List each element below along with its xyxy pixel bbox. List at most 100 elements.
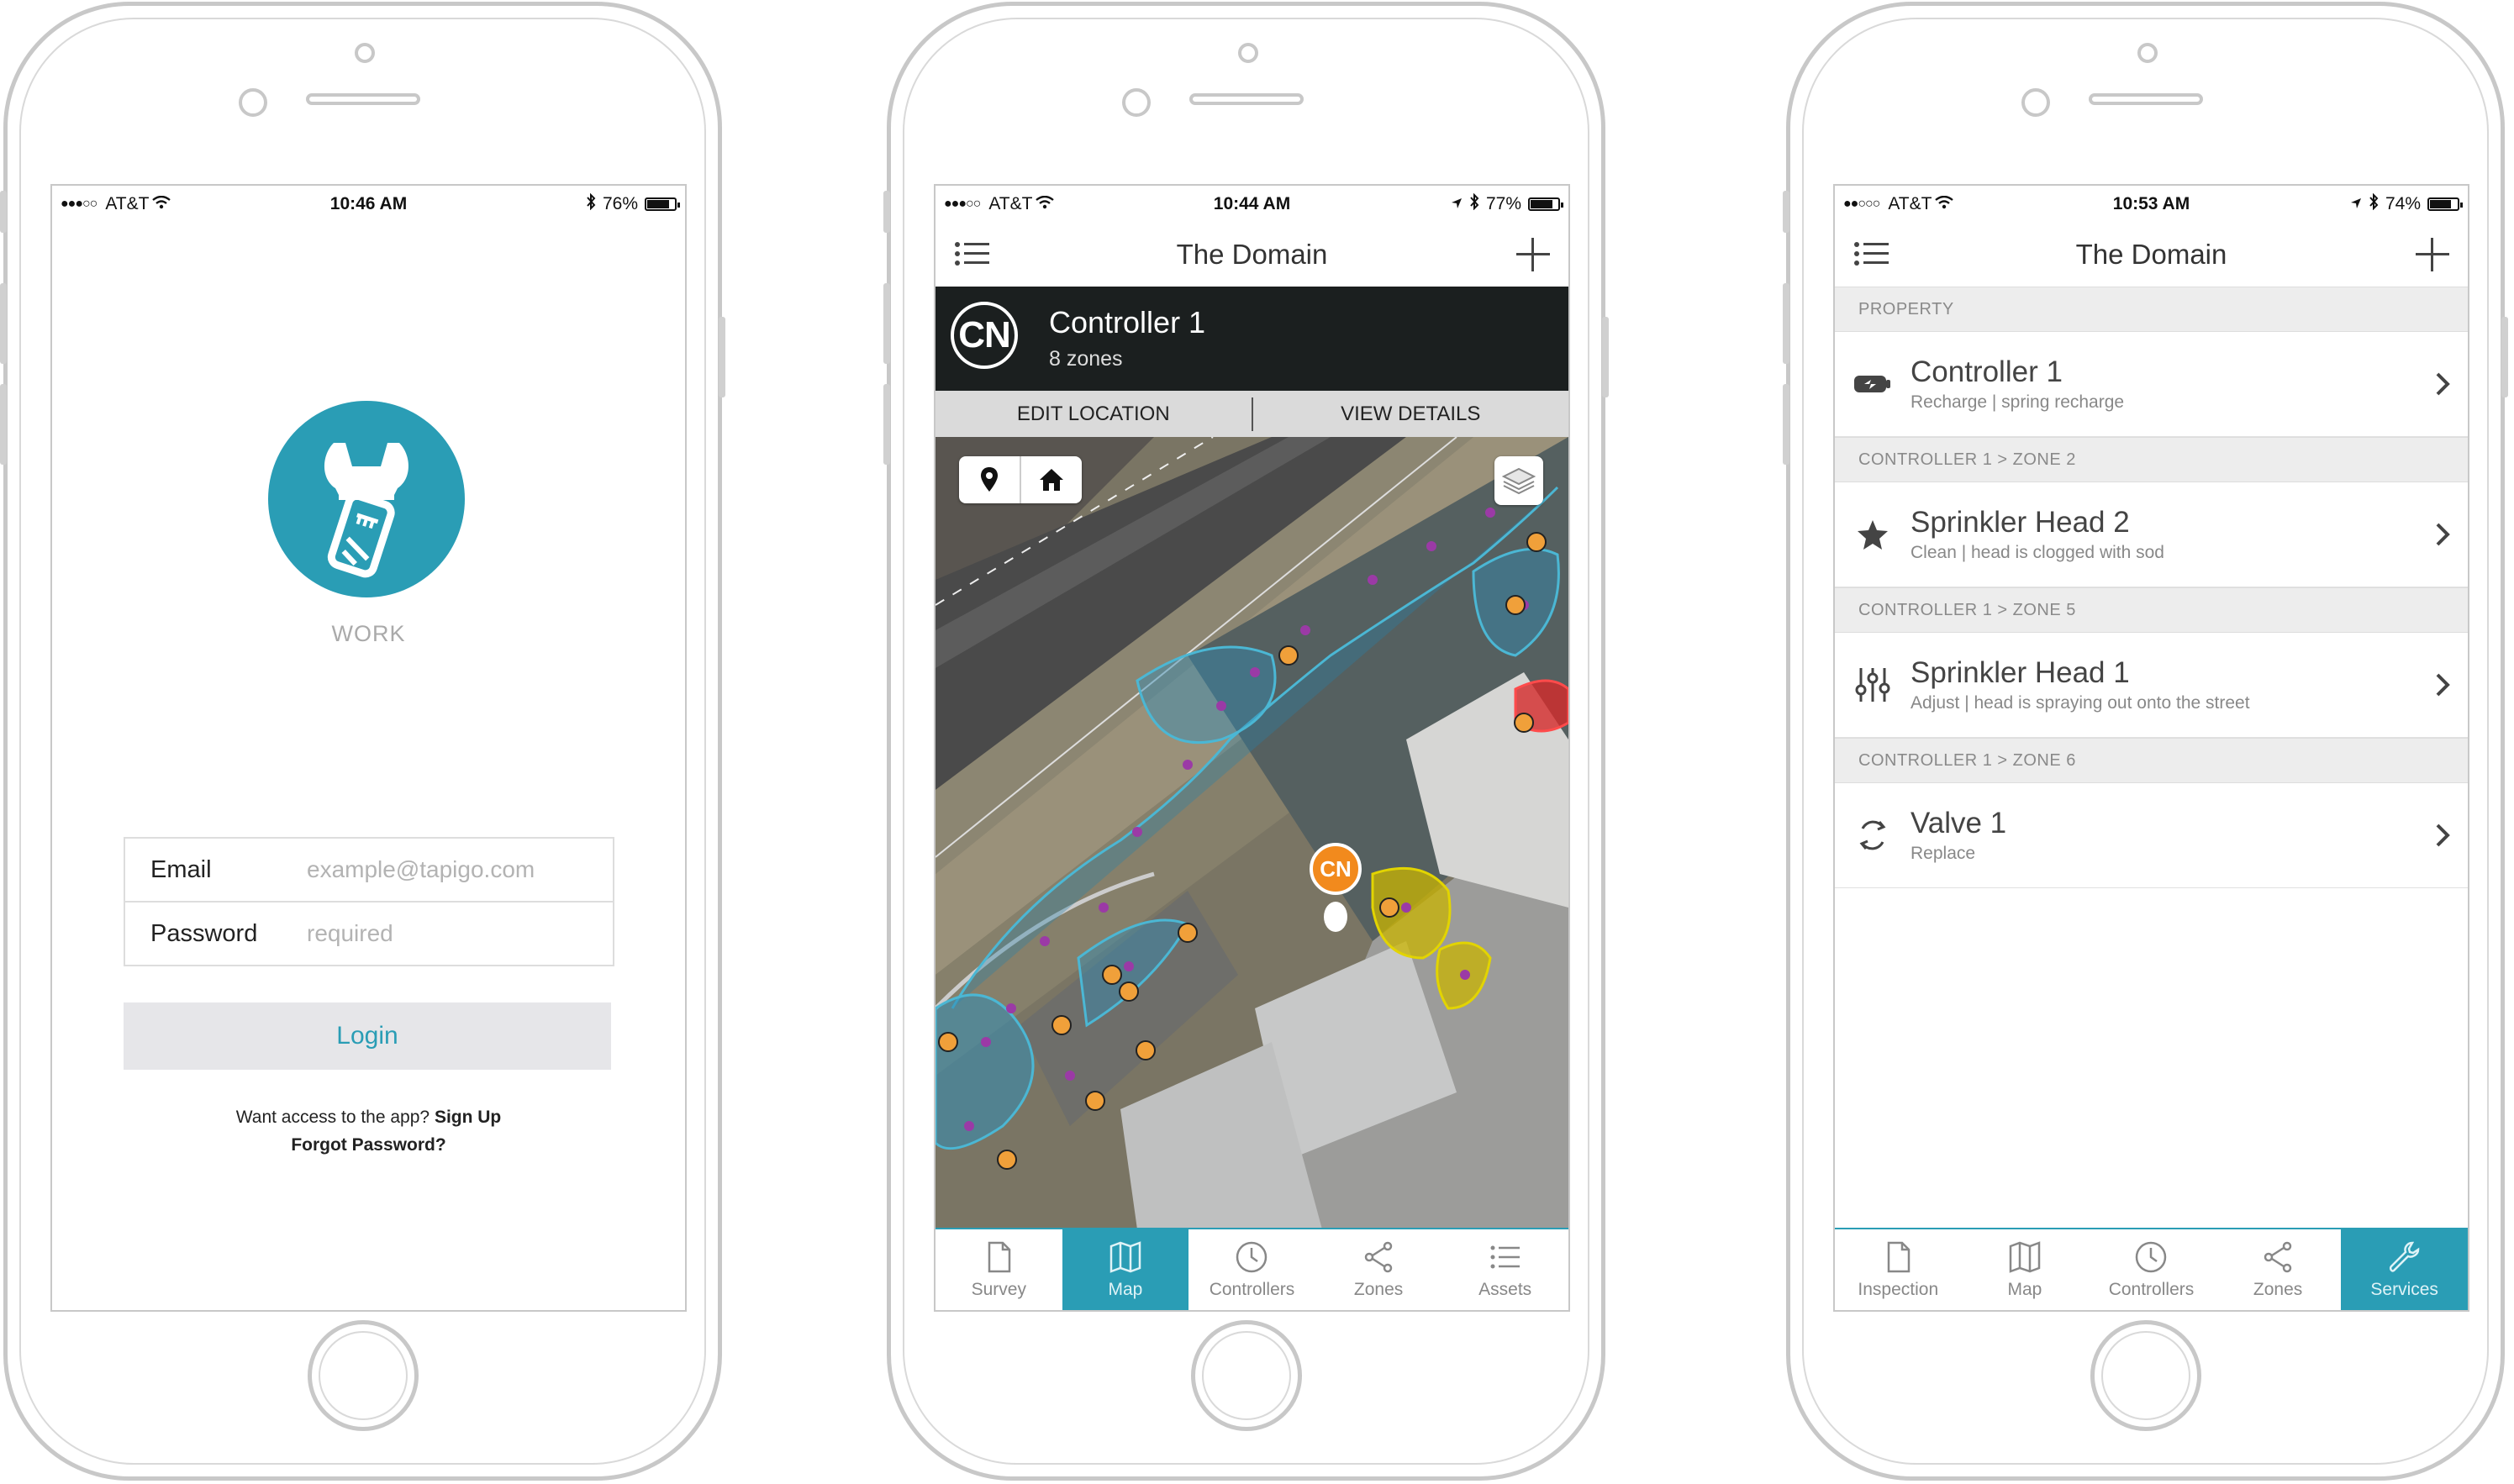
tab-survey[interactable]: Survey xyxy=(936,1229,1062,1310)
item-title: Sprinkler Head 1 xyxy=(1911,656,2130,689)
mute-switch xyxy=(883,191,890,233)
nav-bar: The Domain xyxy=(936,223,1568,287)
front-camera xyxy=(2021,88,2050,117)
section-header: PROPERTY xyxy=(1835,287,2468,332)
home-icon[interactable] xyxy=(1021,456,1082,503)
chevron-right-icon xyxy=(2436,372,2450,396)
forgot-password-link[interactable]: Forgot Password? xyxy=(291,1135,445,1155)
battery-icon xyxy=(2427,197,2463,211)
earpiece-speaker xyxy=(305,93,420,105)
login-button[interactable]: Login xyxy=(124,1002,611,1070)
login-screen: ●●●○○ AT&T 10:46 AM 76% WORK Email examp… xyxy=(50,184,687,1312)
mute-switch xyxy=(1783,191,1789,233)
clock-icon xyxy=(1236,1241,1268,1273)
earpiece-speaker xyxy=(2088,93,2203,105)
app-logo-wrench-icon xyxy=(268,401,465,597)
volume-down-button xyxy=(1783,384,1789,465)
volume-up-button xyxy=(1783,283,1789,364)
section-header: CONTROLLER 1 > ZONE 2 xyxy=(1835,437,2468,482)
layers-icon[interactable] xyxy=(1494,456,1543,505)
home-button[interactable] xyxy=(2090,1320,2201,1431)
tab-inspection[interactable]: Inspection xyxy=(1835,1229,1962,1310)
chevron-right-icon xyxy=(2436,523,2450,546)
clock: 10:53 AM xyxy=(2112,194,2190,213)
tab-label: Assets xyxy=(1478,1280,1532,1299)
tab-assets[interactable]: Assets xyxy=(1441,1229,1568,1310)
edit-location-button[interactable]: EDIT LOCATION xyxy=(936,403,1252,426)
map-icon xyxy=(2009,1241,2041,1273)
tab-label: Controllers xyxy=(1209,1280,1295,1299)
front-camera xyxy=(1122,88,1151,117)
status-bar: ●●○○○ AT&T 10:53 AM 74% xyxy=(1835,186,2468,223)
status-bar: ●●●○○ AT&T 10:44 AM 77% xyxy=(936,186,1568,223)
controller-map-pin[interactable]: CN xyxy=(1310,843,1362,895)
tab-bar: Survey Map Controllers Zones Assets xyxy=(936,1228,1568,1310)
list-item[interactable]: Sprinkler Head 1 Adjust | head is sprayi… xyxy=(1835,633,2468,738)
controller-header[interactable]: CN Controller 1 8 zones xyxy=(936,287,1568,391)
item-title: Valve 1 xyxy=(1911,807,2007,839)
login-footer: Want access to the app? Sign Up Forgot P… xyxy=(52,1103,685,1159)
phone-login: ●●●○○ AT&T 10:46 AM 76% WORK Email examp… xyxy=(0,2,725,1481)
refresh-icon xyxy=(1859,820,1886,850)
section-header: CONTROLLER 1 > ZONE 5 xyxy=(1835,587,2468,633)
pin-marker-stem xyxy=(1324,902,1347,932)
list-item[interactable]: Controller 1 Recharge | spring recharge xyxy=(1835,332,2468,437)
tab-label: Survey xyxy=(971,1280,1026,1299)
battery-icon xyxy=(1528,197,1563,211)
add-plus-icon[interactable] xyxy=(2414,236,2451,273)
document-icon xyxy=(1888,1241,1911,1273)
tab-controllers[interactable]: Controllers xyxy=(1188,1229,1315,1310)
mute-switch xyxy=(0,191,7,233)
wrench-icon xyxy=(2389,1241,2419,1272)
volume-up-button xyxy=(0,283,7,364)
earpiece-speaker xyxy=(1188,93,1304,105)
home-button[interactable] xyxy=(1190,1320,1302,1431)
star-icon xyxy=(1858,520,1888,550)
controller-actions: EDIT LOCATION VIEW DETAILS xyxy=(936,391,1568,437)
proximity-sensor xyxy=(1237,43,1258,63)
menu-list-icon[interactable] xyxy=(1853,241,1890,266)
email-field[interactable] xyxy=(305,855,586,884)
status-bar: ●●●○○ AT&T 10:46 AM 76% xyxy=(52,186,685,223)
signup-link[interactable]: Sign Up xyxy=(435,1108,501,1127)
tab-map[interactable]: Map xyxy=(1962,1229,2089,1310)
menu-list-icon[interactable] xyxy=(954,241,991,266)
item-title: Controller 1 xyxy=(1911,355,2063,388)
add-plus-icon[interactable] xyxy=(1515,236,1552,273)
list-icon xyxy=(1490,1245,1520,1269)
item-detail: Replace xyxy=(1911,844,1976,863)
tab-zones[interactable]: Zones xyxy=(1315,1229,1442,1310)
item-detail: Recharge | spring recharge xyxy=(1911,392,2125,412)
battery-charge-icon xyxy=(1854,376,1890,392)
tab-zones[interactable]: Zones xyxy=(2215,1229,2342,1310)
phone-services: ●●○○○ AT&T 10:53 AM 74% The Domain PROPER… xyxy=(1783,2,2508,1481)
volume-up-button xyxy=(883,283,890,364)
tab-services[interactable]: Services xyxy=(2341,1229,2468,1310)
password-field[interactable] xyxy=(305,919,586,948)
tab-label: Map xyxy=(1108,1280,1143,1299)
home-button[interactable] xyxy=(307,1320,419,1431)
login-form: Email Password xyxy=(124,837,614,966)
tab-controllers[interactable]: Controllers xyxy=(2088,1229,2215,1310)
satellite-map[interactable] xyxy=(936,437,1568,1229)
view-details-button[interactable]: VIEW DETAILS xyxy=(1253,403,1569,426)
tab-label: Controllers xyxy=(2108,1280,2195,1299)
front-camera xyxy=(239,88,267,117)
share-icon xyxy=(2264,1241,2292,1273)
item-detail: Adjust | head is spraying out onto the s… xyxy=(1911,693,2250,713)
clock: 10:44 AM xyxy=(1213,194,1291,213)
map-screen: ●●●○○ AT&T 10:44 AM 77% The Domain CN Co… xyxy=(934,184,1570,1312)
battery-icon xyxy=(645,197,680,211)
proximity-sensor xyxy=(354,43,375,63)
list-item[interactable]: Valve 1 Replace xyxy=(1835,783,2468,888)
power-button xyxy=(2501,317,2508,397)
clock-icon xyxy=(2136,1241,2167,1273)
password-row: Password xyxy=(125,903,613,965)
document-icon xyxy=(988,1241,1011,1273)
location-pin-icon[interactable] xyxy=(959,456,1021,503)
tab-map[interactable]: Map xyxy=(1062,1229,1189,1310)
controller-zones: 8 zones xyxy=(1049,347,1123,371)
nav-bar: The Domain xyxy=(1835,223,2468,287)
list-item[interactable]: Sprinkler Head 2 Clean | head is clogged… xyxy=(1835,482,2468,587)
phone-map: ●●●○○ AT&T 10:44 AM 77% The Domain CN Co… xyxy=(883,2,1609,1481)
